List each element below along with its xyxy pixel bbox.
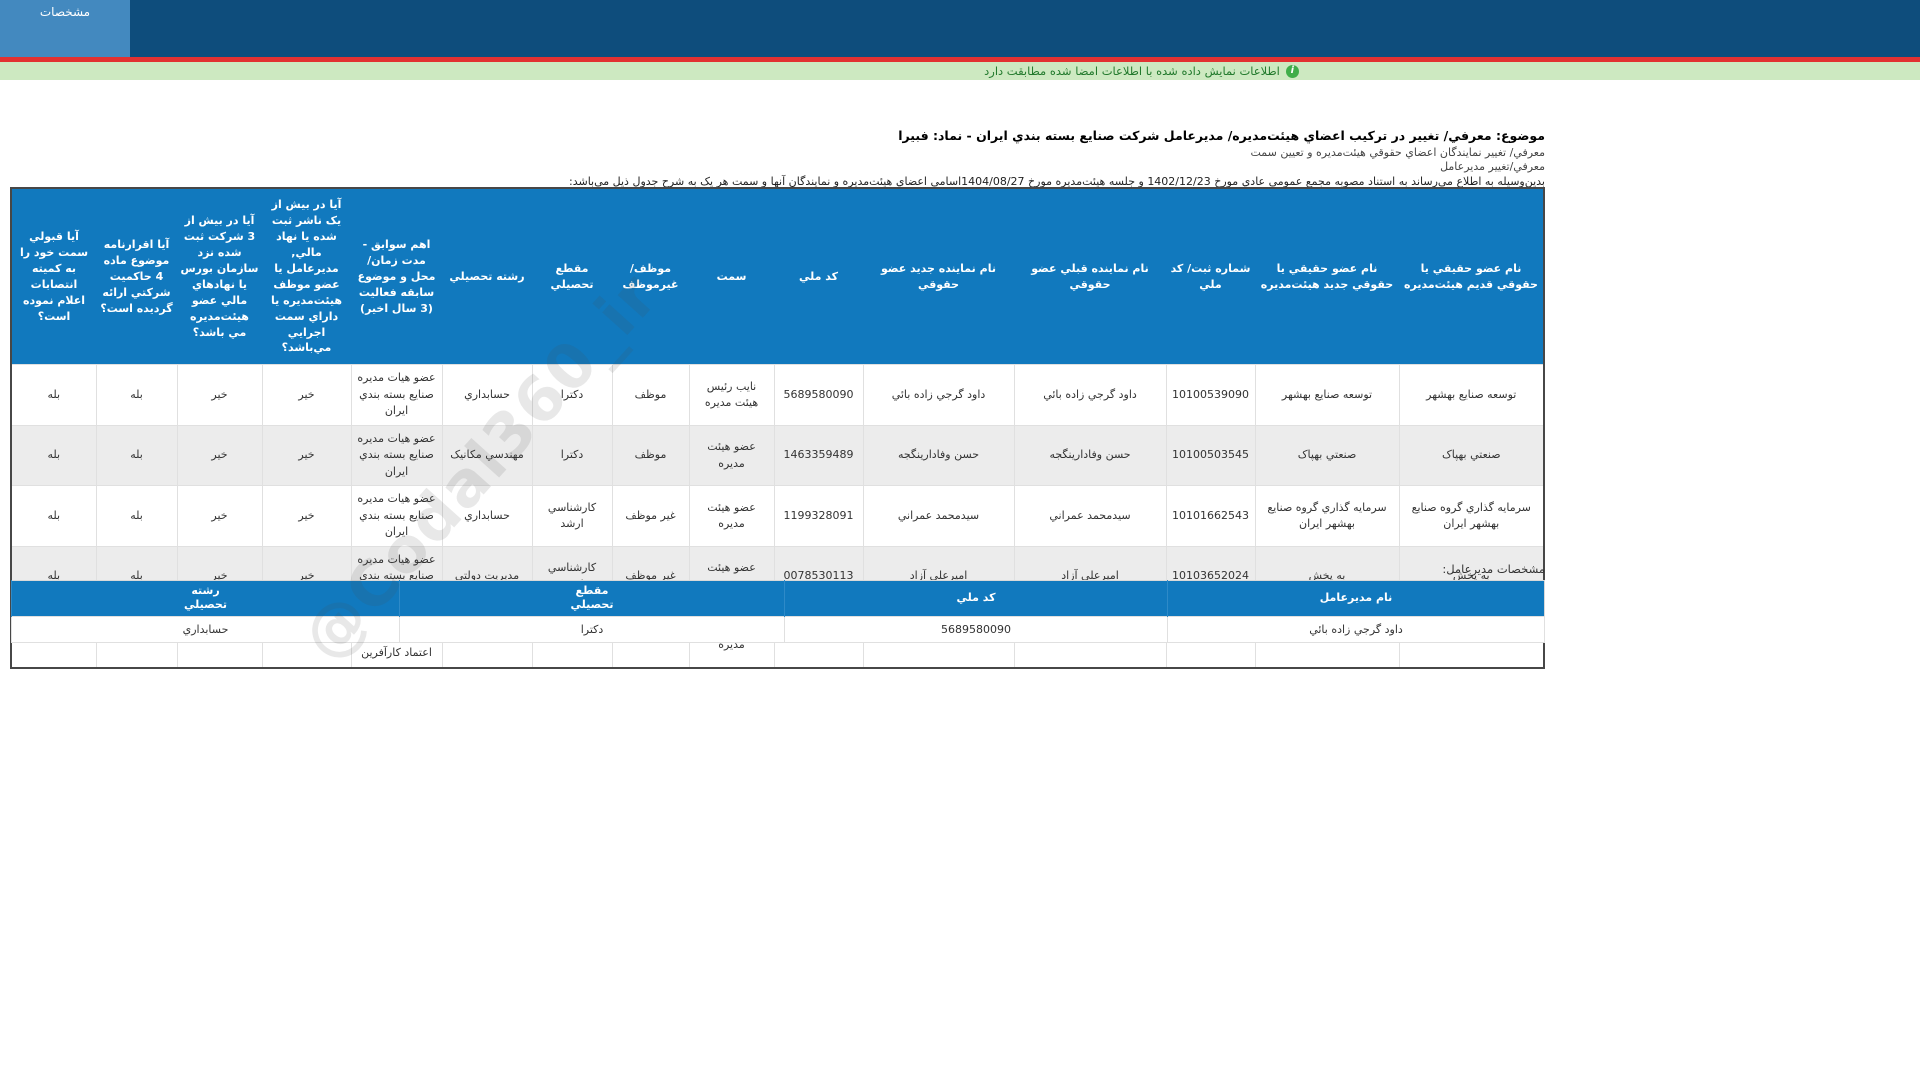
table-cell: 5689580090	[784, 615, 1168, 643]
table-cell: سيدمحمد عمراني	[1013, 485, 1167, 547]
subject-title: موضوع: معرفي/ تغيير در ترکيب اعضاي هيئت‌…	[898, 128, 1545, 143]
signature-match-notice: i اطلاعات نمایش داده شده با اطلاعات امضا…	[0, 62, 1920, 80]
info-icon: i	[1285, 64, 1299, 78]
table-cell: داود گرجي زاده بائي	[1013, 364, 1167, 426]
table-cell: عضو هيات مديره صنايع بسته بندي ايران	[350, 424, 443, 487]
col-new-member: نام عضو حقيقي يا حقوقي جديد هيئت‌مديره	[1255, 188, 1399, 365]
table-cell: بله	[95, 364, 178, 426]
ceo-table: نام مديرعامل کد ملي مقطع تحصيلي رشته تحص…	[11, 580, 1545, 643]
col-article4-declaration: آيا اقرارنامه موضوع ماده 4 حاکميت شرکتي …	[96, 188, 177, 365]
top-navigation-bar: مشخصات	[0, 0, 1920, 57]
col-ceo-national-id: کد ملي	[784, 580, 1168, 617]
table-row: توسعه صنايع بهشهر توسعه صنايع بهشهر 101005…	[10, 364, 1545, 426]
table-cell: خير	[261, 485, 352, 547]
table-cell: 5689580090	[773, 364, 864, 426]
table-cell: 1199328091	[773, 485, 864, 547]
table-cell: نايب رئيس هيئت مديره	[688, 364, 775, 426]
table-cell: بله	[10, 424, 97, 487]
col-new-representative: نام نماينده جديد عضو حقوقي	[863, 188, 1014, 365]
table-cell: سرمايه گذاري گروه صنايع بهشهر ايران	[1398, 485, 1545, 547]
codal-disclosure-page: مشخصات i اطلاعات نمایش داده شده با اطلاع…	[0, 0, 1920, 1080]
table-cell: عضو هيئت مديره	[688, 485, 775, 547]
table-cell: موظف	[611, 424, 690, 487]
table-cell: دکترا	[399, 615, 785, 643]
col-ceo-education-level: مقطع تحصيلي	[399, 580, 785, 617]
table-cell: خير	[261, 424, 352, 487]
col-more-than-3-companies: آيا در بيش از 3 شرکت ثبت شده نزد سازمان …	[177, 188, 262, 365]
table-cell: خير	[261, 364, 352, 426]
table-cell: 1463359489	[773, 424, 864, 487]
table-cell: بله	[10, 364, 97, 426]
table-cell: مهندسي مکانيک	[441, 424, 533, 487]
table-cell: داود گرجي زاده بائي	[1167, 615, 1545, 643]
table-cell: توسعه صنايع بهشهر	[1254, 364, 1400, 426]
table-cell: دکترا	[531, 424, 613, 487]
col-previous-representative: نام نماينده قبلي عضو حقوقي	[1014, 188, 1166, 365]
table-cell: دکترا	[531, 364, 613, 426]
table-cell: 10100503545	[1165, 424, 1256, 487]
table-cell: 10100539090	[1165, 364, 1256, 426]
table-cell: غير موظف	[611, 485, 690, 547]
tab-specifications[interactable]: مشخصات	[0, 0, 130, 57]
col-acceptance-committee: آيا قبولي سمت خود را به کميته انتصابات ا…	[11, 188, 96, 365]
subject-line2: معرفي/ تغيير نمايندگان اعضاي حقوقي هيئت‌…	[1250, 146, 1545, 159]
board-table-header-row: نام عضو حقيقي يا حقوقي قديم هيئت‌مديره ن…	[11, 188, 1544, 365]
table-cell: صنعتي بهپاک	[1398, 424, 1545, 487]
table-cell: بله	[95, 424, 178, 487]
table-cell: موظف	[611, 364, 690, 426]
col-ceo-name: نام مديرعامل	[1167, 580, 1545, 617]
col-executive-status: موظف/ غيرموظف	[612, 188, 689, 365]
col-education-level: مقطع تحصيلي	[532, 188, 612, 365]
table-cell: 10101662543	[1165, 485, 1256, 547]
table-cell: خير	[176, 424, 263, 487]
table-row: صنعتي بهپاک صنعتي بهپاک 10100503545 حسن وفا…	[10, 424, 1545, 487]
table-cell: عضو هيئت مديره	[688, 424, 775, 487]
table-cell: توسعه صنايع بهشهر	[1398, 364, 1545, 426]
col-registration-number: شماره ثبت/ کد ملي	[1166, 188, 1255, 365]
table-cell: حسابداري	[441, 485, 533, 547]
table-row: داود گرجي زاده بائي 5689580090 دکترا حسابدا…	[11, 615, 1545, 643]
table-cell: حسابداري	[441, 364, 533, 426]
ceo-section-label: مشخصات مديرعامل:	[1442, 562, 1545, 576]
table-cell: کارشناسي ارشد	[531, 485, 613, 547]
table-cell: حسن وفادارينگجه	[1013, 424, 1167, 487]
col-old-member: نام عضو حقيقي يا حقوقي قديم هيئت‌مديره	[1399, 188, 1544, 365]
col-experience: اهم سوابق - مدت زمان/ محل و موضوع سابقه …	[351, 188, 442, 365]
table-row: سرمايه گذاري گروه صنايع بهشهر ايران سرماي…	[10, 485, 1545, 547]
col-ceo-education-field: رشته تحصيلي	[11, 580, 400, 617]
table-cell: حسابداري	[11, 615, 400, 643]
col-multiple-issuer: آيا در بيش از يک ناشر ثبت شده يا نهاد ما…	[262, 188, 351, 365]
table-cell: خير	[176, 485, 263, 547]
table-cell: بله	[95, 485, 178, 547]
table-cell: خير	[176, 364, 263, 426]
col-national-id: کد ملي	[774, 188, 863, 365]
tab-specifications-label: مشخصات	[39, 5, 91, 19]
table-cell: عضو هيات مديره صنايع بسته بندي ايران	[350, 485, 443, 547]
table-cell: حسن وفادارينگجه	[862, 424, 1015, 487]
table-cell: صنعتي بهپاک	[1254, 424, 1400, 487]
table-cell: سرمايه گذاري گروه صنايع بهشهر ايران	[1254, 485, 1400, 547]
table-cell: سيدمحمد عمراني	[862, 485, 1015, 547]
table-cell: عضو هيات مديره صنايع بسته بندي ايران	[350, 364, 443, 426]
table-cell: بله	[10, 485, 97, 547]
table-cell: داود گرجي زاده بائي	[862, 364, 1015, 426]
subject-line3: معرفي/تغيير مديرعامل	[1440, 160, 1545, 173]
ceo-table-wrap: نام مديرعامل کد ملي مقطع تحصيلي رشته تحص…	[11, 580, 1545, 643]
notice-text: اطلاعات نمایش داده شده با اطلاعات امضا ش…	[984, 64, 1280, 78]
col-education-field: رشته تحصيلي	[442, 188, 532, 365]
ceo-table-header-row: نام مديرعامل کد ملي مقطع تحصيلي رشته تحص…	[11, 580, 1545, 617]
disclosure-intro: موضوع: معرفي/ تغيير در ترکيب اعضاي هيئت‌…	[569, 128, 1545, 188]
col-position: سمت	[689, 188, 774, 365]
